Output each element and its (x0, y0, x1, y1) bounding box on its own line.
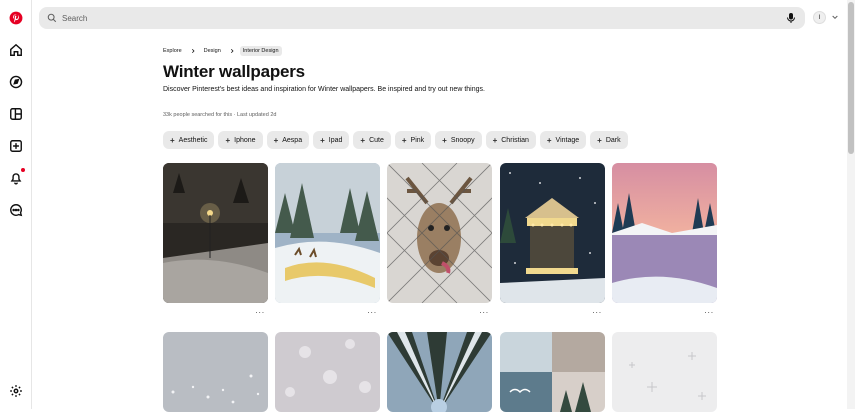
scrollbar[interactable] (847, 0, 855, 409)
plus-icon: + (320, 135, 325, 145)
pinterest-logo-icon[interactable] (8, 10, 24, 26)
breadcrumb-interior-design[interactable]: Interior Design (239, 46, 282, 56)
plus-icon: + (597, 135, 602, 145)
boards-icon[interactable] (8, 106, 24, 122)
chip-label: Dark (605, 136, 621, 144)
chip-vintage[interactable]: + Vintage (539, 131, 587, 149)
chevron-down-icon[interactable] (831, 13, 839, 21)
pin-image[interactable] (387, 332, 492, 412)
breadcrumb: Explore Design Interior Design (163, 46, 282, 56)
chip-label: Iphone (234, 136, 256, 144)
chip-aespa[interactable]: + Aespa (266, 131, 310, 149)
avatar-initial: I (818, 14, 821, 21)
pin-image[interactable] (612, 332, 717, 412)
more-options-icon[interactable]: ··· (703, 309, 715, 317)
settings-icon[interactable] (8, 383, 24, 399)
page-description: Discover Pinterest's best ideas and insp… (163, 86, 485, 93)
sidebar (0, 0, 32, 409)
pin-image[interactable] (500, 332, 605, 412)
more-options-icon[interactable]: ··· (591, 309, 603, 317)
breadcrumb-explore[interactable]: Explore (163, 46, 185, 56)
plus-icon: + (401, 135, 407, 145)
chip-iphone[interactable]: + Iphone (218, 131, 263, 149)
notification-badge (21, 168, 25, 172)
chip-label: Aesthetic (178, 136, 208, 144)
related-searches: + Aesthetic + Iphone + Aespa + Ipad + Cute + P… (163, 131, 628, 149)
chip-label: Cute (369, 136, 384, 144)
chip-aesthetic[interactable]: + Aesthetic (163, 131, 215, 149)
chip-label: Ipad (328, 136, 343, 144)
create-icon[interactable] (8, 138, 24, 154)
plus-icon: + (360, 135, 366, 145)
more-options-icon[interactable]: ··· (366, 309, 378, 317)
chip-label: Christian (501, 136, 529, 144)
chip-label: Aespa (282, 136, 303, 144)
chip-dark[interactable]: + Dark (590, 131, 628, 149)
search-icon (47, 13, 57, 23)
chip-label: Pink (410, 136, 425, 144)
plus-icon: + (170, 135, 175, 145)
search-input[interactable] (62, 13, 797, 23)
pin-image[interactable] (275, 163, 380, 303)
page-title: Winter wallpapers (163, 62, 305, 81)
avatar[interactable]: I (813, 11, 826, 24)
pin-image[interactable] (275, 332, 380, 412)
plus-icon: + (492, 135, 498, 145)
chevron-right-icon (230, 48, 234, 54)
home-icon[interactable] (8, 42, 24, 58)
chip-snoopy[interactable]: + Snoopy (435, 131, 482, 149)
microphone-icon[interactable] (785, 12, 797, 24)
search-meta: 33k people searched for this · Last upda… (163, 112, 277, 118)
plus-icon: + (273, 135, 279, 145)
plus-icon: + (225, 135, 231, 145)
chip-ipad[interactable]: + Ipad (313, 131, 350, 149)
pin-image[interactable] (163, 332, 268, 412)
notifications-icon[interactable] (8, 168, 25, 186)
search-bar[interactable] (39, 7, 805, 29)
pin-image[interactable] (163, 163, 268, 303)
plus-icon: + (546, 135, 552, 145)
scrollbar-thumb[interactable] (848, 2, 854, 154)
more-options-icon[interactable]: ··· (478, 309, 490, 317)
messages-icon[interactable] (8, 202, 24, 218)
pin-image[interactable] (500, 163, 605, 303)
pin-image[interactable] (612, 163, 717, 303)
chevron-right-icon (191, 48, 195, 54)
chip-pink[interactable]: + Pink (394, 131, 432, 149)
breadcrumb-design[interactable]: Design (201, 46, 224, 56)
chip-label: Snoopy (450, 136, 475, 144)
chip-label: Vintage (555, 136, 580, 144)
chip-cute[interactable]: + Cute (353, 131, 391, 149)
chip-christian[interactable]: + Christian (485, 131, 536, 149)
plus-icon: + (442, 135, 447, 145)
pin-image[interactable] (387, 163, 492, 303)
more-options-icon[interactable]: ··· (254, 309, 266, 317)
explore-icon[interactable] (8, 74, 24, 90)
